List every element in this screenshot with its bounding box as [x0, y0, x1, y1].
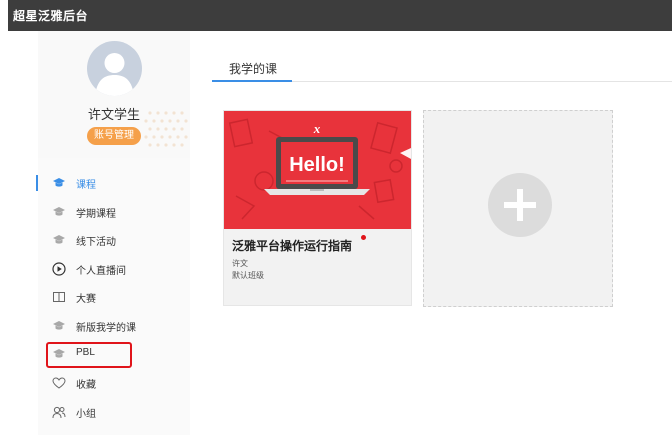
- tab-my-courses[interactable]: 我学的课: [229, 60, 277, 77]
- sidebar: 许文学生 账号管理 课程 学期课程 线下活动 个人直播间 大赛 新版我学的课 P…: [36, 31, 190, 435]
- add-course-card[interactable]: [423, 110, 613, 307]
- sidebar-item-semester-courses[interactable]: 学期课程: [38, 200, 190, 224]
- cover-hello-text: Hello!: [289, 154, 345, 176]
- course-title[interactable]: 泛雅平台操作运行指南: [232, 237, 352, 254]
- book-icon: [53, 292, 65, 302]
- top-bar: 超星泛雅后台: [0, 0, 672, 31]
- unread-dot: [361, 235, 366, 240]
- app-title: 超星泛雅后台: [13, 9, 89, 23]
- sidebar-item-label: 个人直播间: [76, 266, 126, 277]
- sidebar-item-label: 收藏: [76, 380, 96, 391]
- user-silhouette-icon: [95, 53, 134, 96]
- heart-icon: [52, 377, 66, 389]
- sidebar-item-offline-activities[interactable]: 线下活动: [38, 228, 190, 252]
- course-teacher: 许文: [232, 259, 248, 268]
- username: 许文学生: [87, 107, 140, 122]
- sidebar-item-favorites[interactable]: 收藏: [38, 371, 190, 395]
- graduation-cap-icon: [53, 178, 65, 187]
- course-cover[interactable]: Hello! x: [224, 111, 411, 229]
- sidebar-item-label: 线下活动: [76, 237, 116, 248]
- active-indicator: [36, 175, 38, 191]
- sidebar-item-courses[interactable]: 课程: [36, 171, 190, 195]
- graduation-cap-icon: [53, 207, 65, 216]
- sidebar-item-label: 课程: [76, 180, 96, 191]
- top-bar-corner: [0, 0, 8, 31]
- cover-logo-text: x: [313, 121, 321, 136]
- graduation-cap-icon: [53, 321, 65, 330]
- sidebar-item-new-my-courses[interactable]: 新版我学的课: [38, 314, 190, 338]
- course-class: 默认班级: [232, 271, 264, 280]
- pbl-highlight-box: [46, 342, 132, 368]
- profile-panel: 许文学生 账号管理: [38, 31, 190, 158]
- sidebar-item-label: 新版我学的课: [76, 323, 136, 334]
- sidebar-item-groups[interactable]: 小组: [38, 400, 190, 424]
- group-icon: [52, 406, 66, 419]
- tab-active-underline: [212, 80, 292, 82]
- play-circle-icon: [52, 262, 66, 276]
- sidebar-item-label: 大赛: [76, 294, 96, 305]
- graduation-cap-icon: [53, 235, 65, 244]
- avatar[interactable]: [87, 41, 142, 96]
- plus-icon[interactable]: [488, 173, 552, 237]
- ruler-icon: [400, 148, 411, 159]
- sidebar-item-label: 小组: [76, 409, 96, 420]
- account-management-button[interactable]: 账号管理: [87, 127, 141, 145]
- sidebar-item-contest[interactable]: 大赛: [38, 285, 190, 309]
- sidebar-item-label: 学期课程: [76, 209, 116, 220]
- course-cover-image: Hello! x: [228, 118, 411, 220]
- course-card[interactable]: Hello! x 泛雅平台操作运行指南 许文 默认班级: [223, 110, 412, 306]
- sidebar-item-live-room[interactable]: 个人直播间: [38, 257, 190, 281]
